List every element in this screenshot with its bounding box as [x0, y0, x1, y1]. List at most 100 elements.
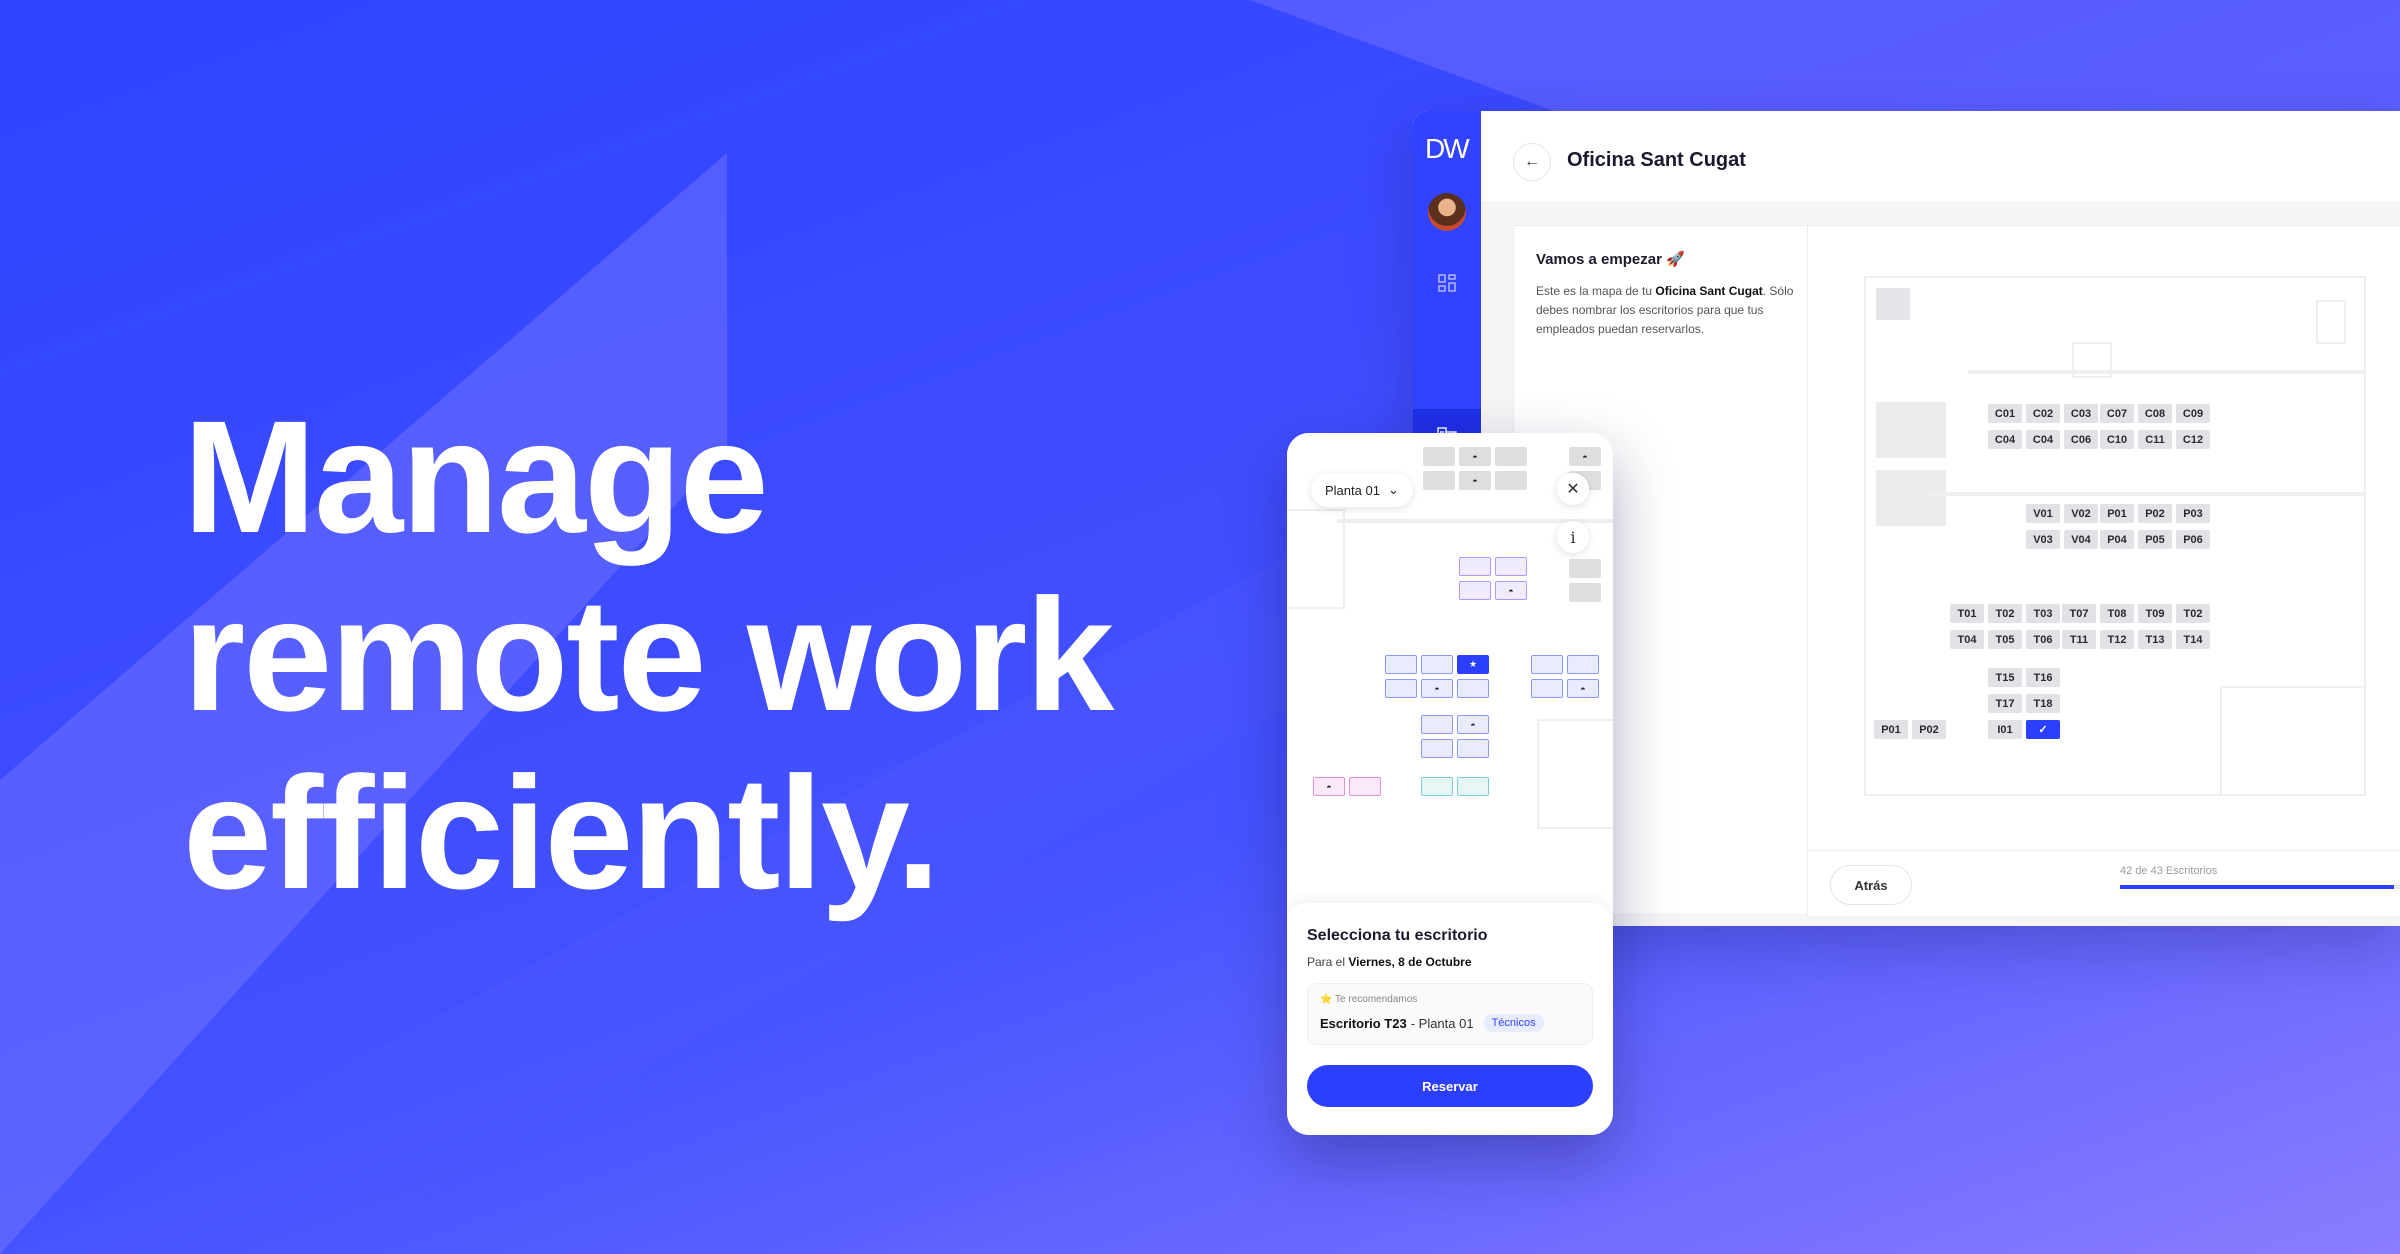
- desk-t06[interactable]: T06: [2026, 630, 2060, 649]
- desk[interactable]: [1459, 557, 1491, 576]
- desk-t02[interactable]: T02: [2176, 604, 2210, 623]
- desk-i01[interactable]: I01: [1988, 720, 2022, 739]
- desk[interactable]: ◓: [1459, 447, 1491, 466]
- desk[interactable]: [1423, 471, 1455, 490]
- desk-c03[interactable]: C03: [2064, 404, 2098, 423]
- desk[interactable]: [1459, 581, 1491, 600]
- desk-t04[interactable]: T04: [1950, 630, 1984, 649]
- desk-t09[interactable]: T09: [2138, 604, 2172, 623]
- desk-t13[interactable]: T13: [2138, 630, 2172, 649]
- desk[interactable]: [1457, 679, 1489, 698]
- desk-c02[interactable]: C02: [2026, 404, 2060, 423]
- map-block: [1876, 470, 1946, 526]
- bottom-bar: Atrás 42 de 43 Escritorios: [1808, 850, 2400, 916]
- map-wall: [1968, 370, 2366, 374]
- info-icon[interactable]: i: [1557, 521, 1589, 553]
- desk-selected-check-icon[interactable]: ✓: [2026, 720, 2060, 739]
- desk-c04[interactable]: C04: [1988, 430, 2022, 449]
- desk[interactable]: [1457, 739, 1489, 758]
- desk[interactable]: [1569, 559, 1601, 578]
- topbar: ← Oficina Sant Cugat: [1481, 111, 2400, 203]
- desk[interactable]: ◓: [1313, 777, 1345, 796]
- desk-t11[interactable]: T11: [2062, 630, 2096, 649]
- intro-title: Vamos a empezar 🚀: [1536, 251, 1685, 268]
- desk[interactable]: [1495, 557, 1527, 576]
- desk-t17[interactable]: T17: [1988, 694, 2022, 713]
- desk[interactable]: [1495, 447, 1527, 466]
- desk-p01[interactable]: P01: [2100, 504, 2134, 523]
- back-arrow-icon[interactable]: ←: [1513, 143, 1551, 181]
- booking-sheet: Selecciona tu escritorio Para el Viernes…: [1287, 903, 1613, 1135]
- desk[interactable]: ◓: [1421, 679, 1453, 698]
- sheet-title: Selecciona tu escritorio: [1307, 927, 1488, 944]
- desk-p04[interactable]: P04: [2100, 530, 2134, 549]
- desk-c11[interactable]: C11: [2138, 430, 2172, 449]
- desk[interactable]: [1421, 715, 1453, 734]
- dashboard-icon[interactable]: [1413, 257, 1481, 309]
- desk-c04[interactable]: C04: [2026, 430, 2060, 449]
- desk[interactable]: [1421, 777, 1453, 796]
- desk-v03[interactable]: V03: [2026, 530, 2060, 549]
- desk-t07[interactable]: T07: [2062, 604, 2096, 623]
- desk[interactable]: [1569, 583, 1601, 602]
- hero-line-3: efficiently.: [183, 743, 940, 922]
- hero-line-1: Manage: [183, 387, 769, 566]
- desk-star-icon[interactable]: ★: [1457, 655, 1489, 674]
- desk-c06[interactable]: C06: [2064, 430, 2098, 449]
- desk[interactable]: ◓: [1495, 581, 1527, 600]
- desk[interactable]: [1423, 447, 1455, 466]
- desk[interactable]: [1349, 777, 1381, 796]
- desk[interactable]: ◓: [1567, 679, 1599, 698]
- recommendation-card[interactable]: ⭐ Te recomendamos Escritorio T23 - Plant…: [1307, 983, 1593, 1045]
- desk-c09[interactable]: C09: [2176, 404, 2210, 423]
- desk[interactable]: [1531, 655, 1563, 674]
- desk-t12[interactable]: T12: [2100, 630, 2134, 649]
- desk[interactable]: [1385, 679, 1417, 698]
- desk-c08[interactable]: C08: [2138, 404, 2172, 423]
- map-wall: [1537, 719, 1613, 829]
- desk-v01[interactable]: V01: [2026, 504, 2060, 523]
- desk-p05[interactable]: P05: [2138, 530, 2172, 549]
- desk[interactable]: ◓: [1569, 447, 1601, 466]
- desk-c12[interactable]: C12: [2176, 430, 2210, 449]
- desk-c01[interactable]: C01: [1988, 404, 2022, 423]
- app-logo[interactable]: DW: [1425, 133, 1470, 165]
- desk-t05[interactable]: T05: [1988, 630, 2022, 649]
- desk[interactable]: [1421, 655, 1453, 674]
- hero-line-2: remote work: [183, 565, 1114, 744]
- desk-c10[interactable]: C10: [2100, 430, 2134, 449]
- desk[interactable]: [1495, 471, 1527, 490]
- desk[interactable]: [1385, 655, 1417, 674]
- desk-t15[interactable]: T15: [1988, 668, 2022, 687]
- desk-p02[interactable]: P02: [1912, 720, 1946, 739]
- avatar[interactable]: [1428, 193, 1466, 231]
- floor-selector[interactable]: Planta 01 ⌄: [1311, 473, 1413, 507]
- back-button[interactable]: Atrás: [1830, 865, 1912, 905]
- desk-p01[interactable]: P01: [1874, 720, 1908, 739]
- map-wall: [2316, 300, 2346, 344]
- desk-t14[interactable]: T14: [2176, 630, 2210, 649]
- desk-v04[interactable]: V04: [2064, 530, 2098, 549]
- desk-c07[interactable]: C07: [2100, 404, 2134, 423]
- desk[interactable]: [1567, 655, 1599, 674]
- desk-p02[interactable]: P02: [2138, 504, 2172, 523]
- desk-t08[interactable]: T08: [2100, 604, 2134, 623]
- reserve-button[interactable]: Reservar: [1307, 1065, 1593, 1107]
- floor-map: C01 C02 C03 C07 C08 C09 C04 C04 C06 C10 C11 C12 V01 V…: [1808, 225, 2400, 850]
- desk-p06[interactable]: P06: [2176, 530, 2210, 549]
- intro-description: Este es la mapa de tu Oficina Sant Cugat…: [1536, 284, 1794, 336]
- desk[interactable]: [1421, 739, 1453, 758]
- desk[interactable]: ◓: [1459, 471, 1491, 490]
- hero-headline: Manage remote work efficiently.: [183, 387, 1114, 922]
- desk-t16[interactable]: T16: [2026, 668, 2060, 687]
- desk-v02[interactable]: V02: [2064, 504, 2098, 523]
- desk[interactable]: ◓: [1457, 715, 1489, 734]
- desk-t02[interactable]: T02: [1988, 604, 2022, 623]
- desk-p03[interactable]: P03: [2176, 504, 2210, 523]
- desk-t01[interactable]: T01: [1950, 604, 1984, 623]
- desk[interactable]: [1531, 679, 1563, 698]
- desk-t18[interactable]: T18: [2026, 694, 2060, 713]
- close-icon[interactable]: ✕: [1557, 473, 1589, 505]
- desk[interactable]: [1457, 777, 1489, 796]
- desk-t03[interactable]: T03: [2026, 604, 2060, 623]
